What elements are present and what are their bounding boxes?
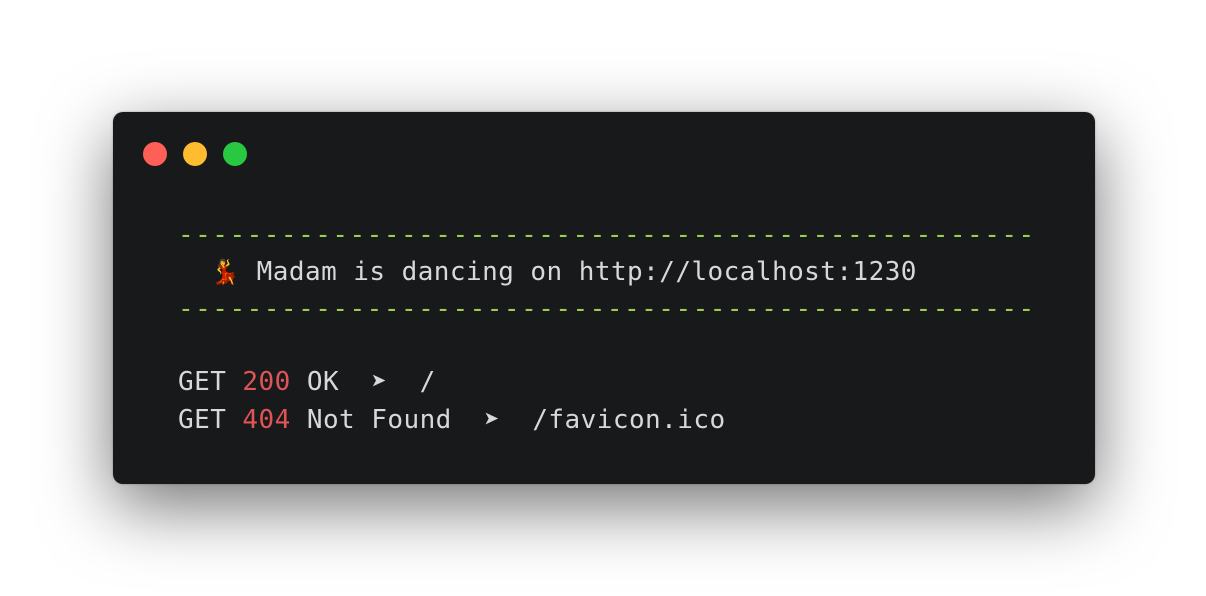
separator-top: ----------------------------------------… — [178, 220, 1036, 250]
banner-text: Madam is dancing on http://localhost:123… — [240, 257, 917, 287]
zoom-window-button[interactable] — [223, 142, 247, 166]
request-status-code: 404 — [242, 405, 291, 435]
request-status-code: 200 — [242, 367, 291, 397]
separator-bottom: ----------------------------------------… — [178, 294, 1036, 324]
terminal-window: ----------------------------------------… — [113, 112, 1095, 484]
request-path: /favicon.ico — [532, 405, 726, 435]
arrow-icon: ➤ — [484, 405, 501, 435]
request-log-line: GET 404 Not Found ➤ /favicon.ico — [178, 401, 726, 439]
request-log-line: GET 200 OK ➤ / — [178, 363, 436, 401]
request-method: GET — [178, 367, 227, 397]
close-window-button[interactable] — [143, 142, 167, 166]
arrow-icon: ➤ — [371, 367, 388, 397]
request-method: GET — [178, 405, 227, 435]
dancer-emoji-icon: 💃 — [210, 258, 241, 286]
request-status-message: Not Found — [306, 405, 452, 435]
request-status-message: OK — [306, 367, 340, 397]
minimize-window-button[interactable] — [183, 142, 207, 166]
request-path: / — [419, 367, 436, 397]
banner-line: 💃 Madam is dancing on http://localhost:1… — [178, 253, 917, 291]
